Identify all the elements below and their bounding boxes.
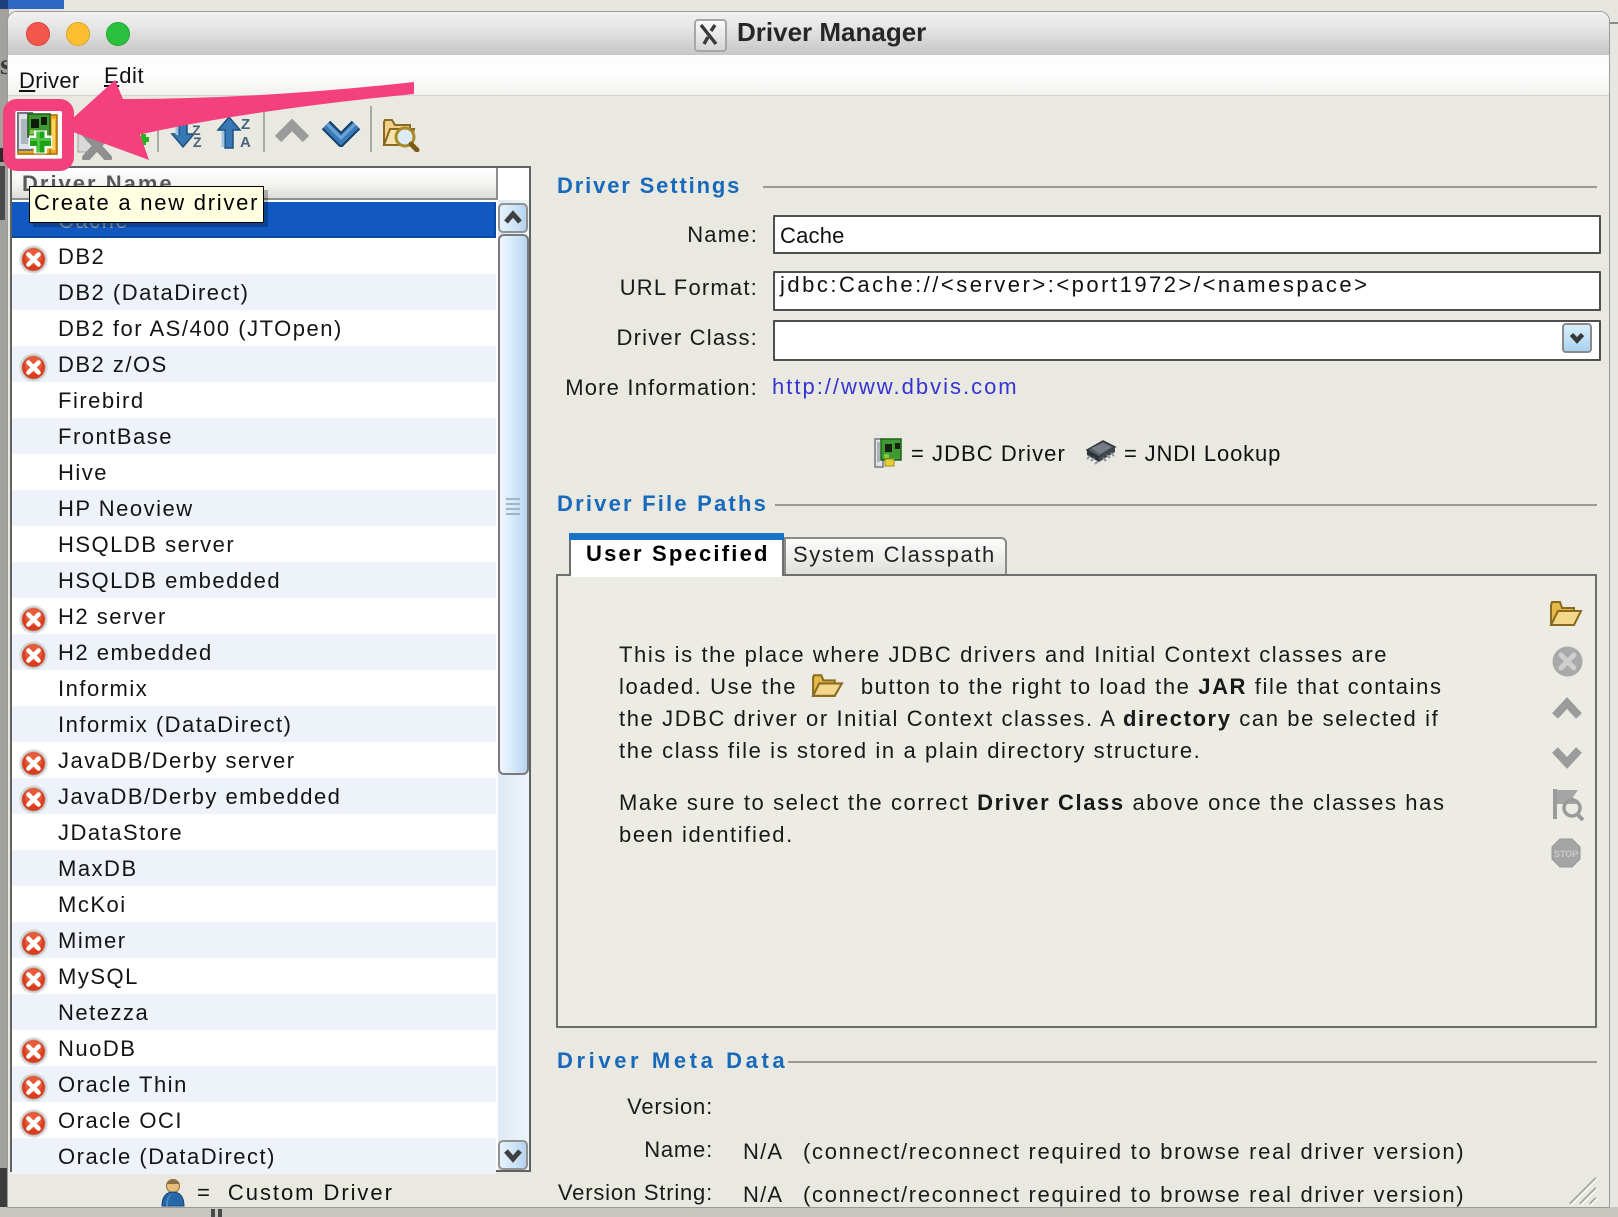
svg-text:STOP: STOP (1554, 849, 1578, 859)
